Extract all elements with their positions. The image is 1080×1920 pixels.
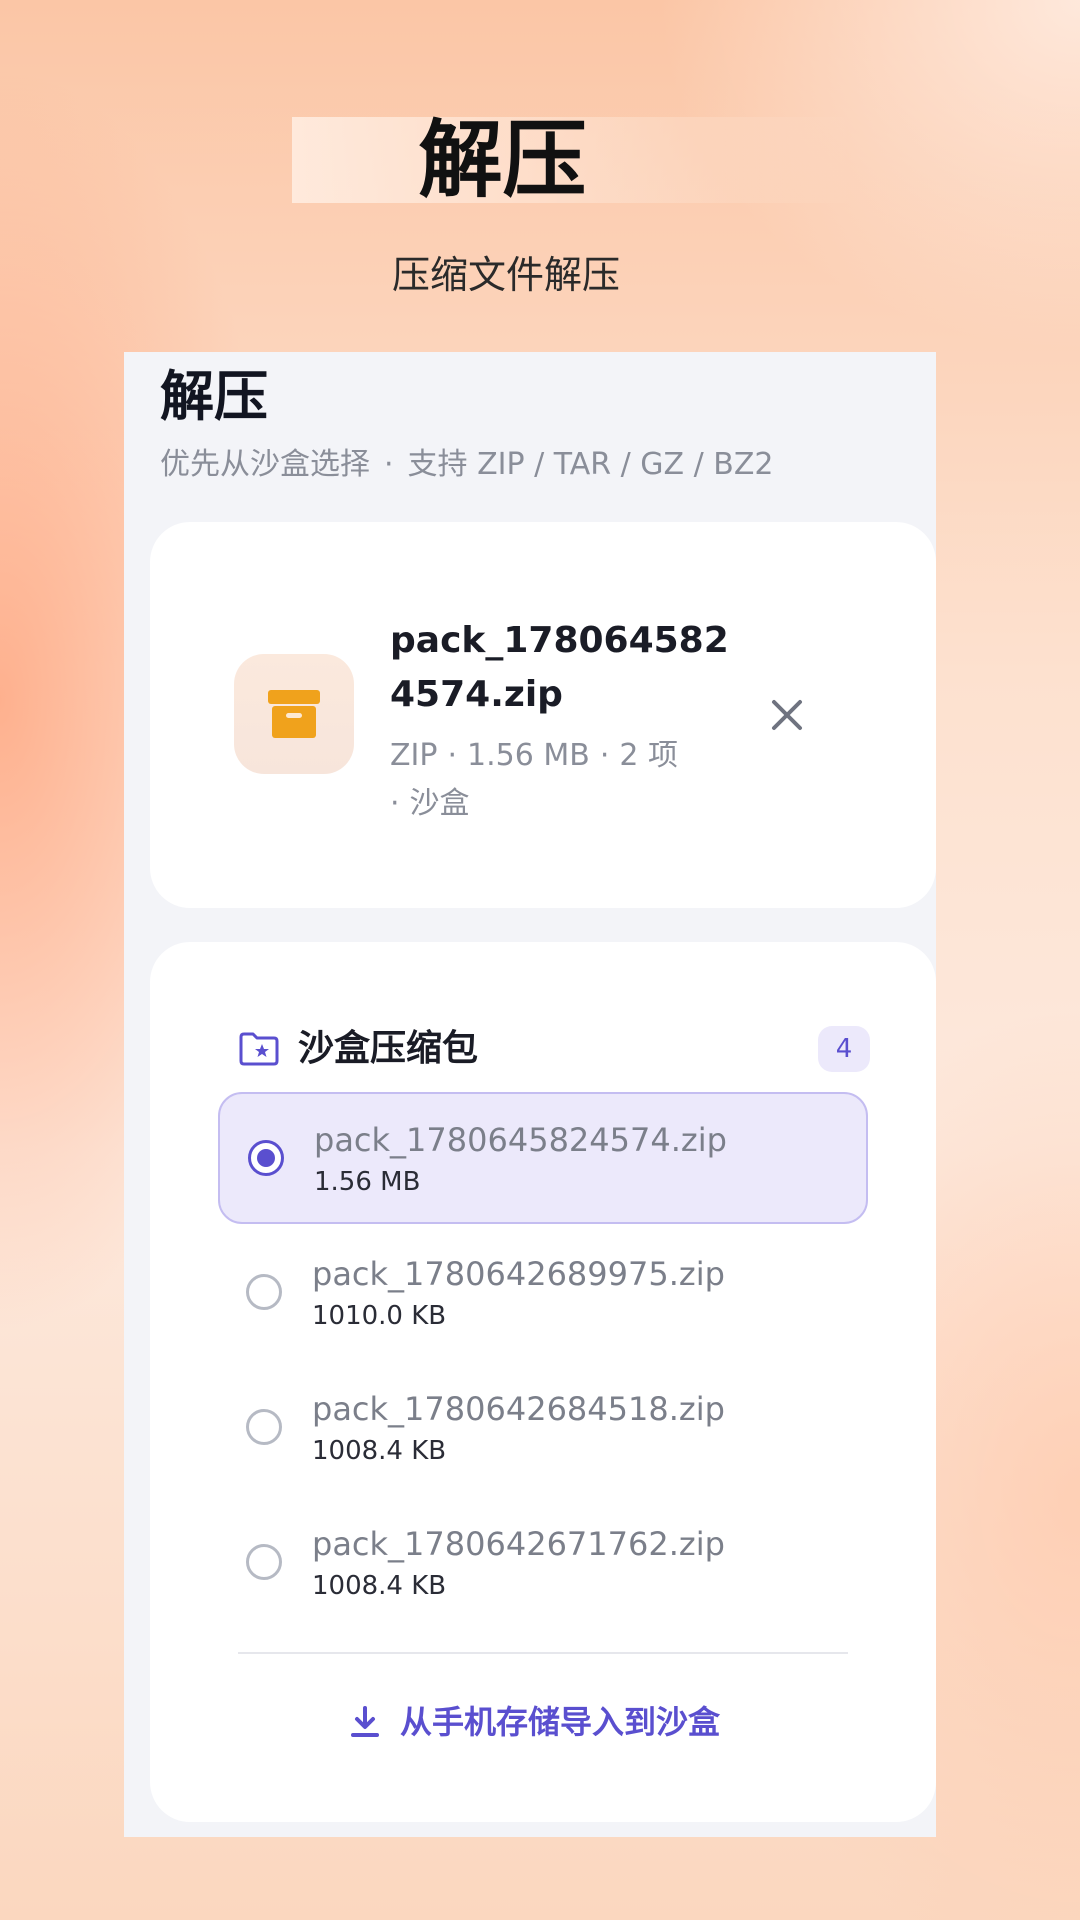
archive-name: pack_1780642684518.zip [312, 1390, 725, 1428]
archive-count-badge: 4 [818, 1026, 870, 1072]
archive-name: pack_1780642671762.zip [312, 1525, 725, 1563]
sandbox-archive-list-card: 沙盒压缩包 4 pack_1780645824574.zip 1.56 MB p… [150, 942, 936, 1822]
archive-list-item[interactable]: pack_1780642671762.zip 1008.4 KB [218, 1498, 868, 1630]
archive-name: pack_1780645824574.zip [314, 1121, 727, 1159]
promo-title: 解压 [418, 110, 587, 209]
archive-list-item[interactable]: pack_1780645824574.zip 1.56 MB [218, 1092, 868, 1224]
import-from-storage-button[interactable]: 从手机存储导入到沙盒 [350, 1692, 720, 1752]
meta-separator: · [390, 786, 400, 821]
archive-size: 1.56 MB [314, 1167, 421, 1197]
archive-name: pack_1780642689975.zip [312, 1255, 725, 1293]
sandbox-list-title: 沙盒压缩包 [298, 1028, 479, 1069]
selected-file-meta: ZIP · 1.56 MB · 2 项 · 沙盒 [390, 732, 750, 828]
download-icon [351, 1706, 379, 1737]
promo-subtitle: 压缩文件解压 [391, 253, 620, 297]
archive-size: 1008.4 KB [312, 1571, 447, 1601]
file-type: ZIP [390, 738, 438, 773]
file-item-count: 2 项 [619, 738, 679, 773]
radio-unselected[interactable] [246, 1274, 282, 1310]
folder-star-icon [238, 1032, 280, 1070]
selected-file-card: pack_1780645824574.zip ZIP · 1.56 MB · 2 项 ·… [150, 522, 936, 908]
page-subtitle: 优先从沙盒选择 · 支持 ZIP / TAR / GZ / BZ2 [160, 444, 774, 486]
radio-unselected[interactable] [246, 1544, 282, 1580]
subtitle-separator: · [384, 447, 394, 482]
archive-box-icon [234, 654, 354, 774]
file-location: 沙盒 [409, 786, 470, 821]
subtitle-formats: 支持 ZIP / TAR / GZ / BZ2 [407, 447, 774, 482]
meta-separator: · [599, 738, 610, 773]
archive-size: 1008.4 KB [312, 1436, 447, 1466]
archive-size: 1010.0 KB [312, 1301, 447, 1331]
meta-separator: · [447, 738, 458, 773]
file-size: 1.56 MB [467, 738, 590, 773]
page-title: 解压 [160, 365, 268, 428]
divider [238, 1652, 848, 1654]
import-button-label: 从手机存储导入到沙盒 [400, 1703, 721, 1741]
app-screen: 解压 优先从沙盒选择 · 支持 ZIP / TAR / GZ / BZ2 pack_… [124, 352, 936, 1837]
subtitle-source: 优先从沙盒选择 [160, 447, 370, 482]
archive-list-item[interactable]: pack_1780642684518.zip 1008.4 KB [218, 1363, 868, 1495]
selected-file-name: pack_1780645824574.zip [390, 620, 729, 715]
archive-list-item[interactable]: pack_1780642689975.zip 1010.0 KB [218, 1228, 868, 1360]
radio-unselected[interactable] [246, 1409, 282, 1445]
close-icon[interactable] [762, 690, 812, 740]
radio-selected[interactable] [248, 1140, 284, 1176]
